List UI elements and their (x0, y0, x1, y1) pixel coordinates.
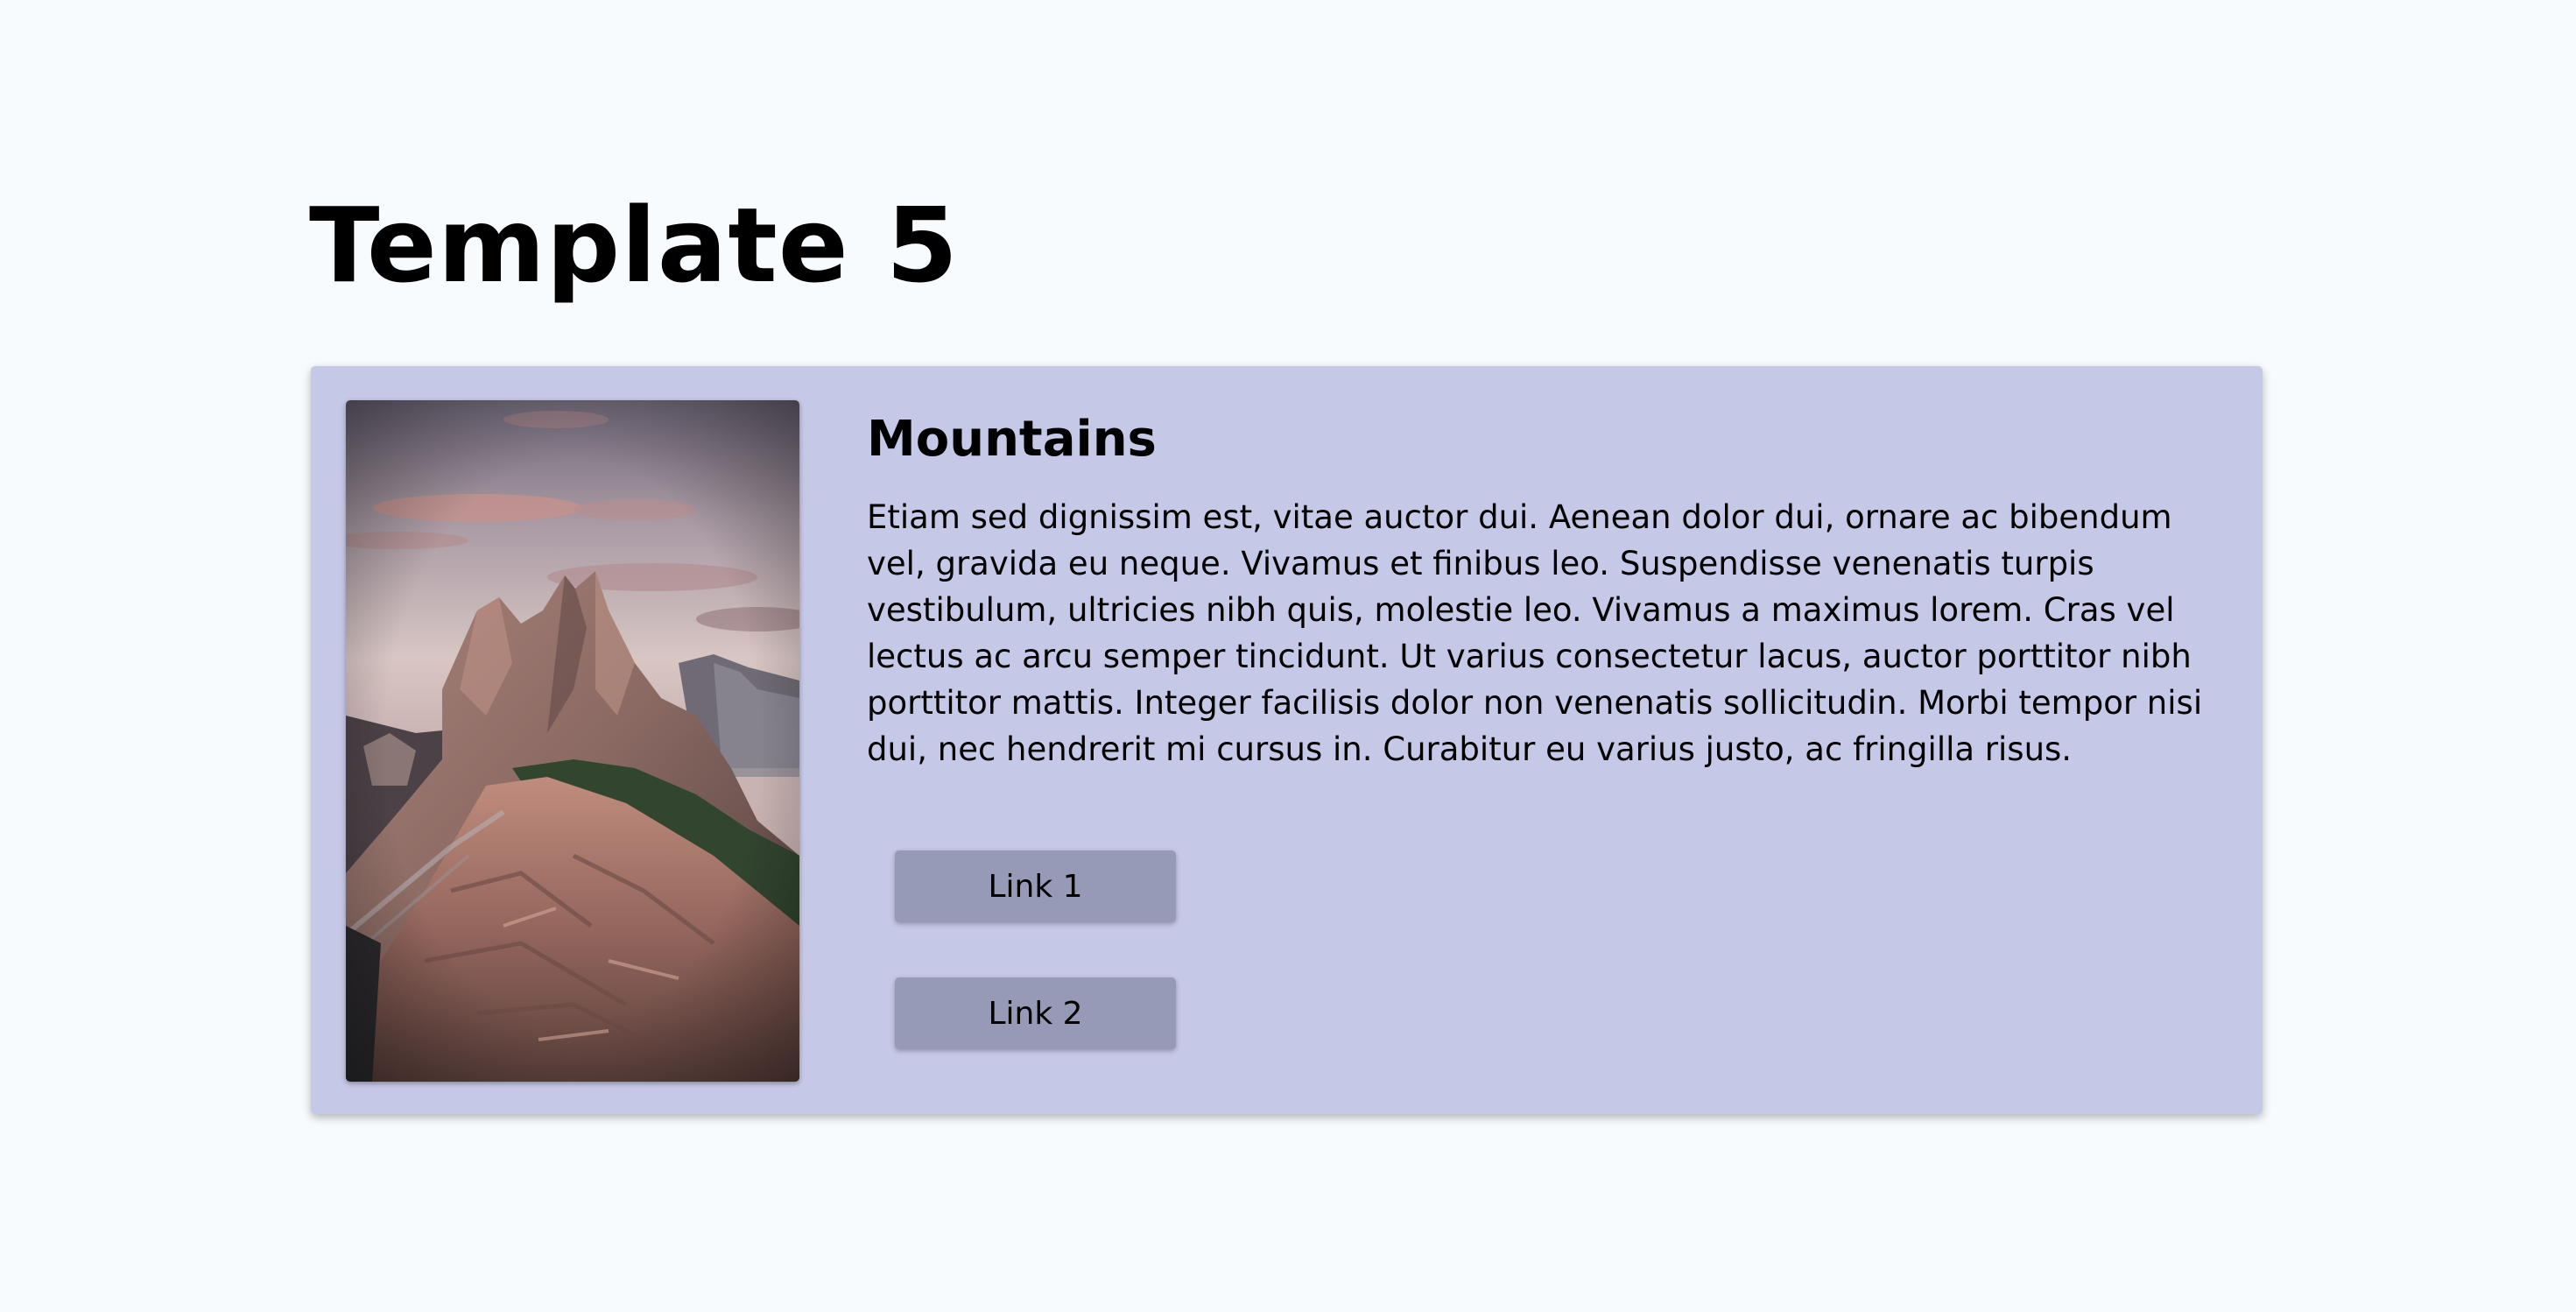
mountain-photo-icon (346, 400, 799, 1082)
mountain-image (346, 400, 799, 1082)
card-description: Etiam sed dignissim est, vitae auctor du… (867, 498, 2203, 768)
content-card: Mountains Etiam sed dignissim est, vitae… (311, 366, 2263, 1114)
link-1-button[interactable]: Link 1 (895, 850, 1176, 922)
page-title: Template 5 (309, 185, 959, 306)
link-2-button[interactable]: Link 2 (895, 977, 1176, 1049)
card-title: Mountains (867, 411, 1157, 468)
